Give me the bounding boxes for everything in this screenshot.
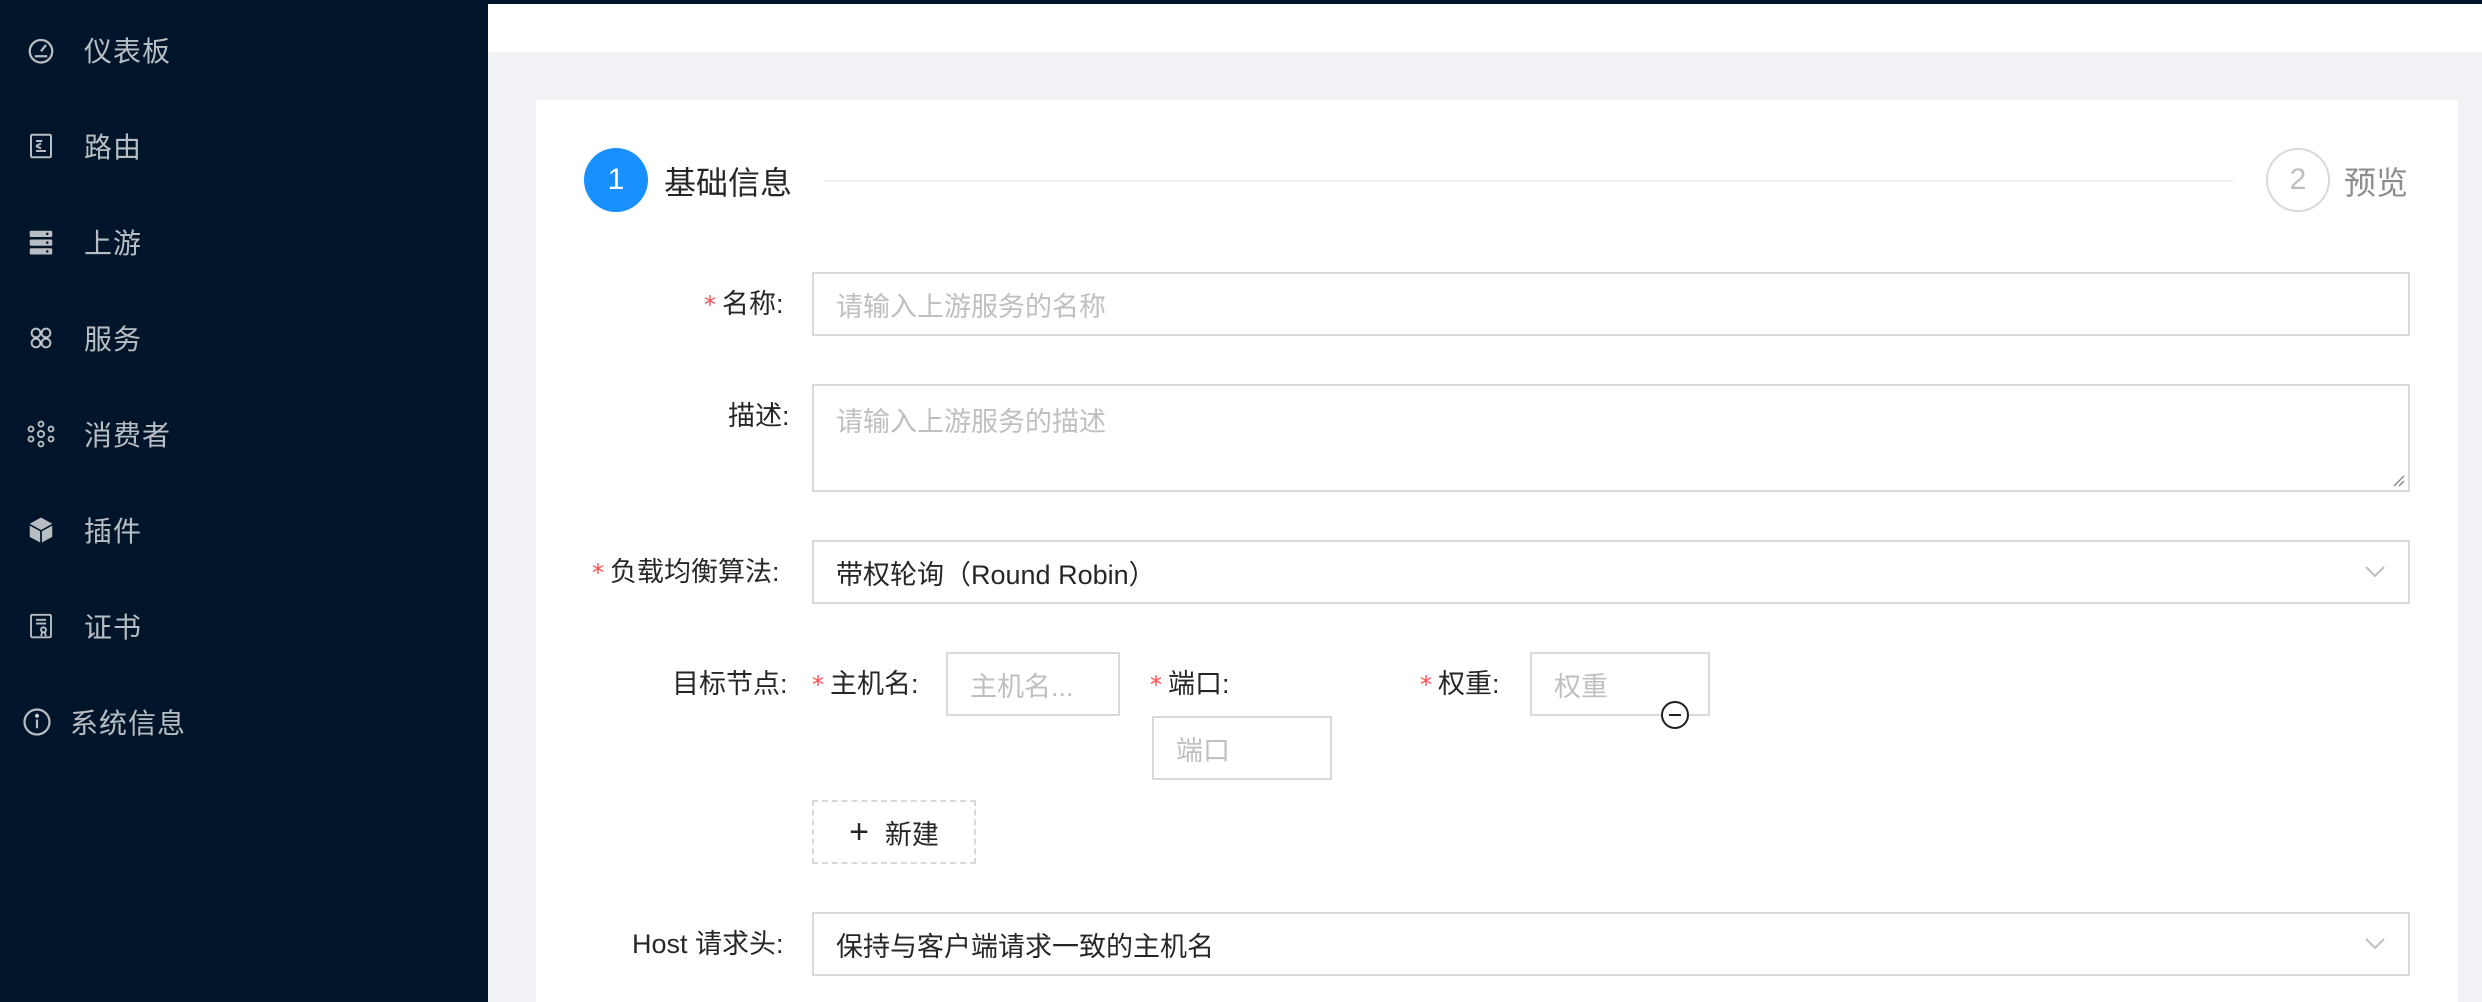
plus-icon: + xyxy=(849,813,869,851)
info-icon xyxy=(20,705,54,739)
top-header-bar xyxy=(488,0,2482,52)
sidebar-item-certificate[interactable]: 证书 xyxy=(0,586,488,666)
step-2-number: 2 xyxy=(2266,148,2330,212)
required-mark: * xyxy=(1420,671,1432,699)
algorithm-label: * 负载均衡算法: xyxy=(592,557,780,587)
cube-icon xyxy=(24,513,58,547)
name-label: * 名称: xyxy=(704,289,784,319)
chevron-down-icon xyxy=(2365,566,2385,578)
sidebar-item-label: 消费者 xyxy=(84,420,172,451)
sidebar-item-consumer[interactable]: 消费者 xyxy=(0,394,488,474)
host-placeholder: 主机名... xyxy=(970,671,1074,702)
sidebar-item-upstream[interactable]: 上游 xyxy=(0,202,488,282)
route-icon xyxy=(24,129,58,163)
step-1-number: 1 xyxy=(584,148,648,212)
name-input[interactable]: 请输入上游服务的名称 xyxy=(812,272,2410,336)
step-1-title: 基础信息 xyxy=(664,165,793,201)
nodes-label: 目标节点: xyxy=(672,669,788,699)
sidebar-item-label: 插件 xyxy=(84,516,143,547)
sidebar-item-label: 上游 xyxy=(84,228,143,259)
required-mark: * xyxy=(592,559,604,587)
service-icon xyxy=(24,321,58,355)
port-label: * 端口: xyxy=(1150,669,1230,699)
cluster-icon xyxy=(24,417,58,451)
description-textarea[interactable]: 请输入上游服务的描述 xyxy=(812,384,2410,492)
steps-connector xyxy=(824,180,2234,182)
host-header-select[interactable]: 保持与客户端请求一致的主机名 xyxy=(812,912,2410,976)
add-node-button[interactable]: + 新建 xyxy=(812,800,976,864)
certificate-icon xyxy=(24,609,58,643)
port-input[interactable]: 端口 xyxy=(1152,716,1332,780)
host-input[interactable]: 主机名... xyxy=(946,652,1120,716)
sidebar-item-system-info[interactable]: 系统信息 xyxy=(0,682,488,762)
database-icon xyxy=(24,225,58,259)
sidebar-item-plugin[interactable]: 插件 xyxy=(0,490,488,570)
description-label: 描述: xyxy=(728,401,790,431)
resize-handle-icon[interactable] xyxy=(2390,472,2406,488)
sidebar-item-label: 服务 xyxy=(84,324,143,355)
dashboard-icon xyxy=(24,33,58,67)
host-header-label: Host 请求头: xyxy=(632,929,784,959)
required-mark: * xyxy=(704,291,716,319)
algorithm-select[interactable]: 带权轮询（Round Robin） xyxy=(812,540,2410,604)
host-header-value: 保持与客户端请求一致的主机名 xyxy=(836,931,1214,962)
required-mark: * xyxy=(1150,671,1162,699)
sidebar-item-route[interactable]: 路由 xyxy=(0,106,488,186)
form-card: 1 基础信息 2 预览 * 名称: 请输入上游服务的名称 描述: 请输入上游服务的… xyxy=(536,100,2458,1002)
port-placeholder: 端口 xyxy=(1176,735,1230,766)
chevron-down-icon xyxy=(2365,938,2385,950)
sidebar-item-dashboard[interactable]: 仪表板 xyxy=(0,10,488,90)
required-mark: * xyxy=(812,671,824,699)
step-2-title: 预览 xyxy=(2344,165,2409,201)
sidebar-item-label: 系统信息 xyxy=(70,708,187,739)
sidebar-item-label: 仪表板 xyxy=(84,36,172,67)
sidebar: 仪表板 路由 上游 服务 消费者 插件 证书 系统信息 xyxy=(0,0,488,1002)
sidebar-item-label: 路由 xyxy=(84,132,143,163)
weight-label: * 权重: xyxy=(1420,669,1500,699)
sidebar-item-service[interactable]: 服务 xyxy=(0,298,488,378)
remove-node-icon[interactable] xyxy=(1660,700,1690,730)
description-placeholder: 请输入上游服务的描述 xyxy=(836,407,1106,437)
add-node-label: 新建 xyxy=(884,819,939,850)
sidebar-item-label: 证书 xyxy=(84,612,143,643)
name-placeholder: 请输入上游服务的名称 xyxy=(836,291,1106,322)
algorithm-value: 带权轮询（Round Robin） xyxy=(836,559,1156,590)
weight-placeholder: 权重 xyxy=(1554,671,1608,702)
host-label: * 主机名: xyxy=(812,669,919,699)
